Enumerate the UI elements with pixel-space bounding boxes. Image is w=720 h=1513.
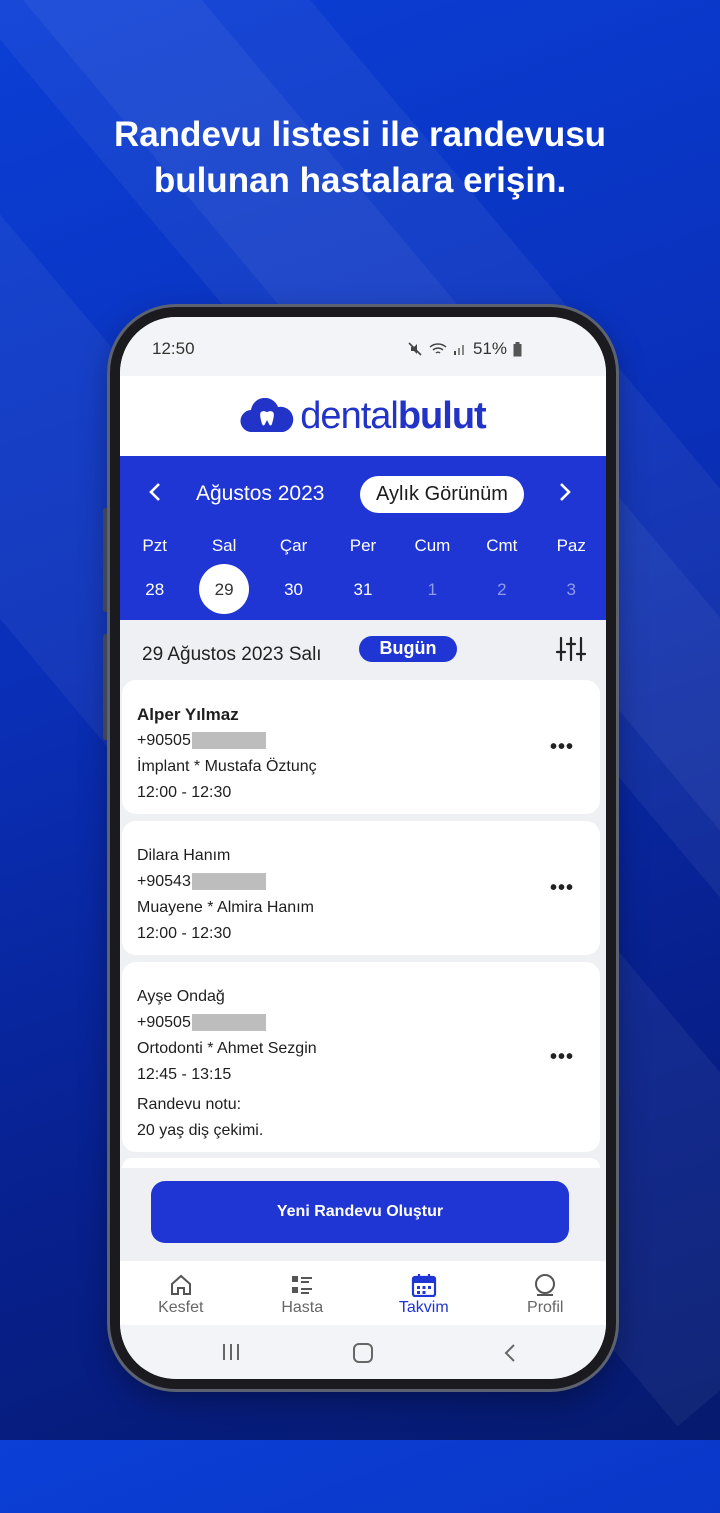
battery-icon <box>513 341 522 356</box>
more-options-button[interactable]: ••• <box>550 877 574 900</box>
day-row: 28 29 30 31 1 2 3 <box>120 564 606 614</box>
home-square-icon <box>353 1343 373 1363</box>
week-calendar: Ağustos 2023 Aylık Görünüm Pzt Sal Çar P… <box>120 456 606 620</box>
weekday-label: Cum <box>414 536 451 555</box>
back-button[interactable] <box>502 1343 518 1368</box>
more-options-button[interactable]: ••• <box>550 1046 574 1069</box>
status-icons: 51% <box>407 339 522 359</box>
appointment-time: 12:45 - 13:15 <box>137 1066 232 1083</box>
day-cell[interactable]: 1 <box>398 566 467 614</box>
day-cell[interactable]: 28 <box>120 566 189 614</box>
phone-redaction <box>191 732 266 750</box>
phone-number: +90505 <box>137 732 191 749</box>
app-logo-text: dentalbulut <box>300 394 487 438</box>
next-week-button[interactable] <box>550 478 580 509</box>
promo-headline: Randevu listesi ile randevusu bulunan ha… <box>0 112 720 204</box>
appointment-note-label: Randevu notu: <box>137 1096 242 1113</box>
patient-phone: +90505 <box>137 728 317 754</box>
logo-bold-text: bulut <box>397 394 487 437</box>
patient-name: Ayşe Ondağ <box>137 988 225 1005</box>
filter-sliders-icon[interactable] <box>556 636 586 662</box>
nav-item-kesfet[interactable]: Kesfet <box>120 1261 242 1325</box>
battery-level: 51% <box>472 339 507 358</box>
phone-screen: 12:50 51% dentalbulut Ağustos 2023 Aylık… <box>120 317 606 1379</box>
appointment-details: Alper Yılmaz +90505 İmplant * Mustafa Öz… <box>137 702 317 806</box>
recent-apps-button[interactable] <box>220 1343 242 1366</box>
appointment-card[interactable]: Dilara Hanım +90543 Muayene * Almira Han… <box>122 821 600 955</box>
appointment-list: Alper Yılmaz +90505 İmplant * Mustafa Öz… <box>120 680 606 1168</box>
headline-line-1: Randevu listesi ile randevusu <box>113 115 607 154</box>
system-navigation-bar <box>120 1325 606 1379</box>
home-button[interactable] <box>352 1343 374 1368</box>
selected-day-number: 29 <box>214 580 234 599</box>
headline-line-2: bulunan hastalara erişin. <box>153 161 567 200</box>
month-label: Ağustos 2023 <box>196 482 325 505</box>
status-bar: 12:50 51% <box>120 317 606 376</box>
selected-date-header: 29 Ağustos 2023 Salı Bugün <box>120 620 606 682</box>
phone-frame: 12:50 51% dentalbulut Ağustos 2023 Aylık… <box>110 307 616 1389</box>
nav-label: Hasta <box>281 1299 324 1316</box>
profile-icon <box>535 1274 556 1296</box>
nav-label: Takvim <box>398 1299 449 1316</box>
appointment-details: Ayşe Ondağ +90505 Ortodonti * Ahmet Sezg… <box>137 984 317 1144</box>
home-icon <box>170 1274 191 1295</box>
phone-number: +90543 <box>137 873 191 890</box>
treatment-doctor: İmplant * Mustafa Öztunç <box>137 758 317 775</box>
day-cell[interactable]: 2 <box>467 566 536 614</box>
appointment-card-partial <box>122 1158 600 1168</box>
back-chevron-icon <box>504 1344 515 1362</box>
weekday-label: Çar <box>279 536 308 555</box>
patient-name: Alper Yılmaz <box>137 705 239 724</box>
treatment-doctor: Ortodonti * Ahmet Sezgin <box>137 1040 317 1057</box>
nav-item-hasta[interactable]: Hasta <box>242 1261 364 1325</box>
phone-redaction <box>191 873 266 891</box>
chevron-left-icon <box>149 483 160 501</box>
appointment-time: 12:00 - 12:30 <box>137 784 232 801</box>
more-options-button[interactable]: ••• <box>550 736 574 759</box>
chevron-right-icon <box>560 483 571 501</box>
patient-phone: +90543 <box>137 869 314 895</box>
treatment-doctor: Muayene * Almira Hanım <box>137 899 314 916</box>
app-header: dentalbulut <box>120 376 606 456</box>
patient-name: Dilara Hanım <box>137 847 231 864</box>
patient-phone: +90505 <box>137 1010 317 1036</box>
nav-label: Profil <box>527 1299 564 1316</box>
day-cell[interactable]: 31 <box>328 566 397 614</box>
bottom-navigation: Kesfet Hasta Takvim Profil <box>120 1261 606 1325</box>
weekday-label: Cmt <box>486 536 518 555</box>
calendar-icon <box>411 1274 436 1297</box>
wifi-icon <box>429 343 447 354</box>
cloud-tooth-logo-icon <box>240 398 294 433</box>
day-cell-selected[interactable]: 29 <box>189 564 258 614</box>
phone-redaction <box>191 1014 266 1032</box>
recent-apps-icon <box>223 1344 239 1360</box>
list-icon <box>292 1276 313 1294</box>
day-cell[interactable]: 3 <box>537 566 606 614</box>
mute-icon <box>408 342 422 356</box>
weekday-row: Pzt Sal Çar Per Cum Cmt Paz <box>120 536 606 556</box>
nav-item-profil[interactable]: Profil <box>485 1261 607 1325</box>
weekday-label: Paz <box>556 536 586 555</box>
appointment-card[interactable]: Ayşe Ondağ +90505 Ortodonti * Ahmet Sezg… <box>122 962 600 1152</box>
previous-week-button[interactable] <box>140 478 170 509</box>
nav-label: Kesfet <box>158 1299 204 1316</box>
appointment-note: 20 yaş diş çekimi. <box>137 1122 264 1139</box>
logo-light-text: dental <box>300 394 399 437</box>
appointment-time: 12:00 - 12:30 <box>137 925 232 942</box>
signal-icon <box>453 345 464 355</box>
phone-number: +90505 <box>137 1014 191 1031</box>
weekday-label: Per <box>349 536 377 555</box>
appointment-card[interactable]: Alper Yılmaz +90505 İmplant * Mustafa Öz… <box>122 680 600 814</box>
weekday-label: Pzt <box>142 536 167 555</box>
status-time: 12:50 <box>152 339 195 358</box>
selected-date-label: 29 Ağustos 2023 Salı <box>142 644 322 665</box>
weekday-label: Sal <box>211 536 237 555</box>
new-appointment-button[interactable]: Yeni Randevu Oluştur <box>151 1181 569 1243</box>
appointment-details: Dilara Hanım +90543 Muayene * Almira Han… <box>137 843 314 947</box>
monthly-view-button[interactable]: Aylık Görünüm <box>360 476 524 513</box>
day-cell[interactable]: 30 <box>259 566 328 614</box>
nav-item-takvim[interactable]: Takvim <box>363 1261 485 1325</box>
today-button[interactable]: Bugün <box>359 636 457 662</box>
